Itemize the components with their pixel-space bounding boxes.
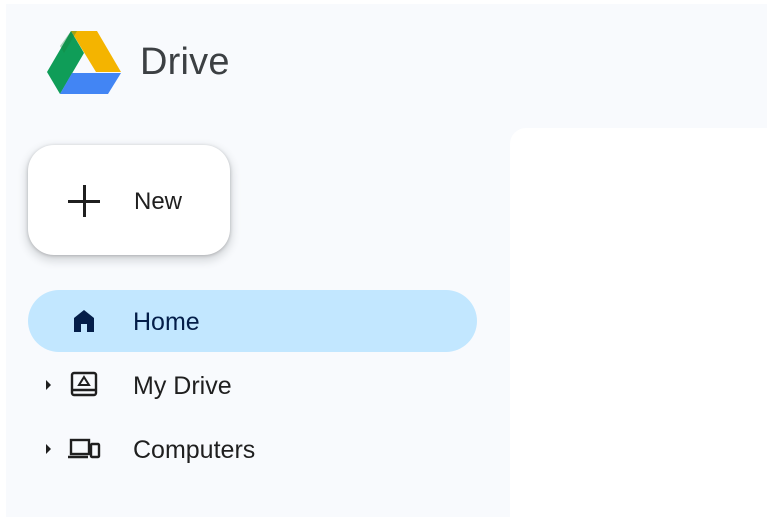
drive-logo-link[interactable]: Drive [46,28,230,96]
main-content-panel [510,128,767,517]
sidebar-item-label: My Drive [133,372,232,400]
sidebar-item-computers[interactable]: Computers [28,418,477,480]
my-drive-icon [70,371,98,397]
home-icon [74,310,94,332]
window-edge-left [0,0,6,517]
google-drive-logo-icon [47,31,121,94]
sidebar-item-home[interactable]: Home [28,290,477,352]
new-button-label: New [134,188,183,215]
app-title: Drive [140,41,230,83]
drive-window: Drive New Home My Drive Computers [0,0,767,517]
window-edge-top [0,0,767,4]
sidebar-item-my-drive[interactable]: My Drive [28,354,477,416]
new-button[interactable]: New [28,145,230,255]
expand-arrow-icon[interactable] [46,444,51,454]
plus-icon [68,185,100,217]
sidebar-item-label: Home [133,308,200,336]
computers-icon [68,438,101,459]
expand-arrow-icon[interactable] [46,380,51,390]
sidebar-item-label: Computers [133,436,256,464]
